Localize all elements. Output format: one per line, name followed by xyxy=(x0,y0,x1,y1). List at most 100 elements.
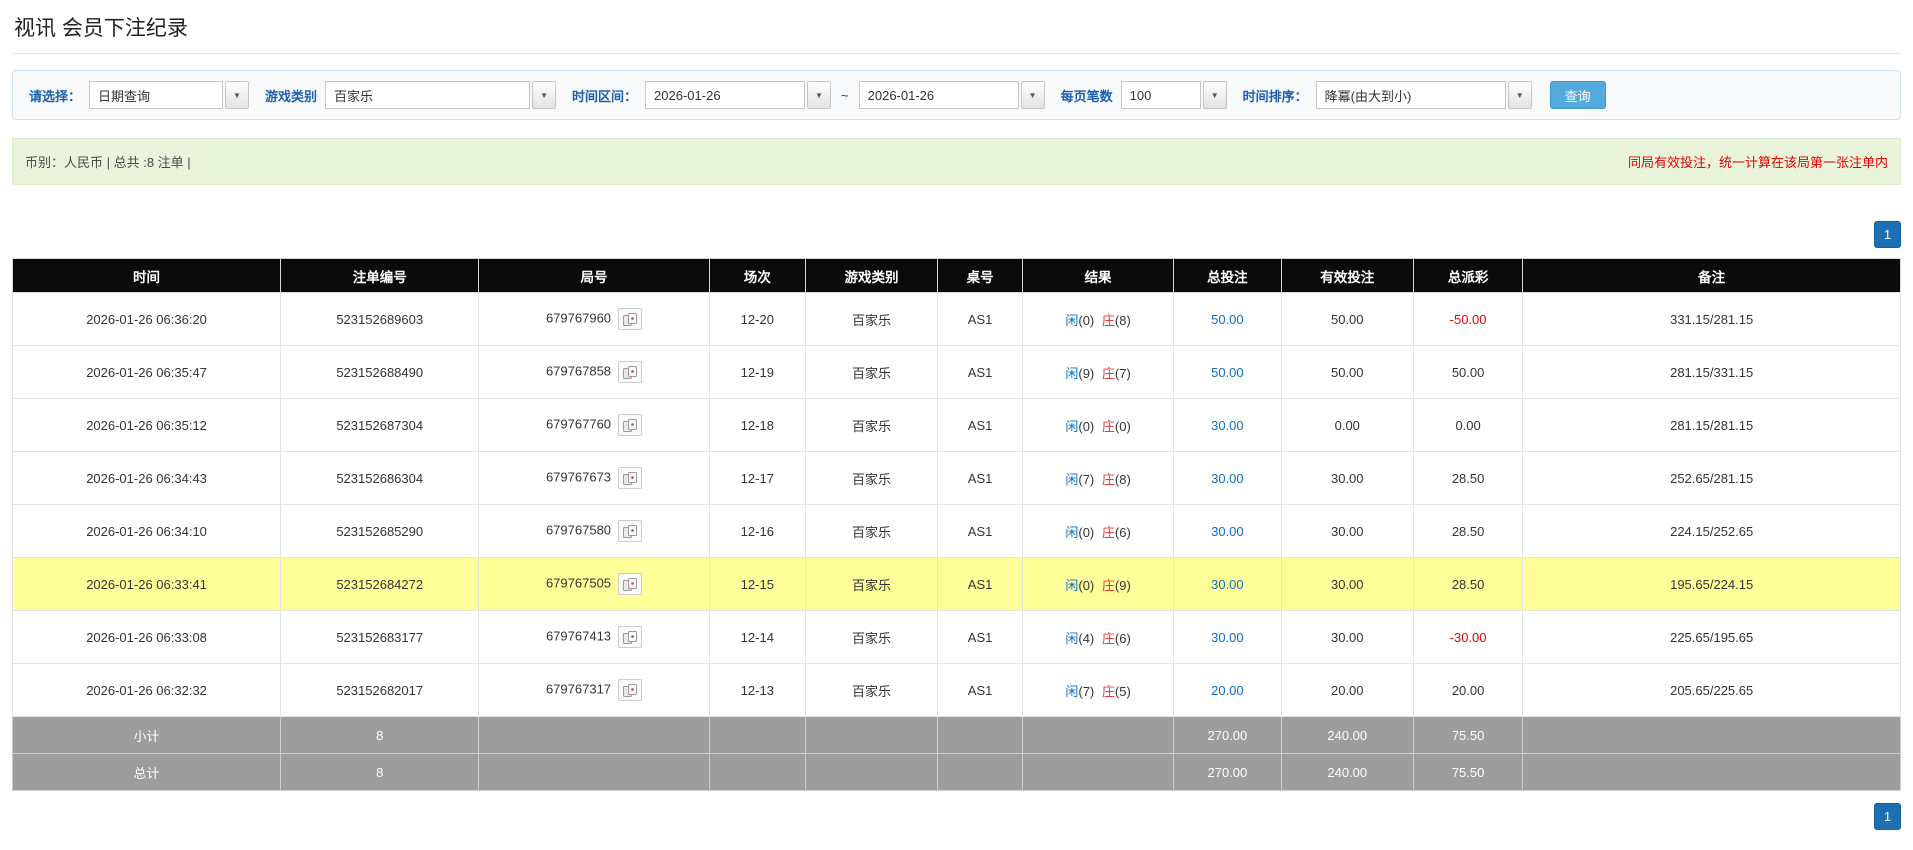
banker-result-label: 庄 xyxy=(1101,471,1115,487)
payout-value: 28.50 xyxy=(1451,576,1485,592)
cell-remark: 225.65/195.65 xyxy=(1522,610,1901,664)
banker-result-score: (9) xyxy=(1114,577,1131,593)
round-detail-cards-icon[interactable] xyxy=(618,679,643,701)
cell-game-type: 百家乐 xyxy=(804,610,939,664)
col-header-game-type: 游戏类别 xyxy=(804,258,939,293)
total-count: 8 xyxy=(280,753,480,791)
cell-bet-id: 523152685290 xyxy=(280,504,480,558)
cell-game-type: 百家乐 xyxy=(804,345,939,399)
banker-result-label: 庄 xyxy=(1101,312,1115,328)
cell-remark: 252.65/281.15 xyxy=(1522,451,1901,505)
player-result-score: (9) xyxy=(1078,365,1095,381)
chevron-down-icon[interactable]: ▼ xyxy=(807,81,832,109)
round-detail-cards-icon[interactable] xyxy=(618,573,643,595)
chevron-down-icon[interactable]: ▼ xyxy=(225,81,250,109)
game-type-combo: ▼ xyxy=(325,81,557,109)
chevron-down-icon[interactable]: ▼ xyxy=(1202,81,1227,109)
cell-result: 闲(0) 庄(6) xyxy=(1022,504,1175,558)
player-result-score: (0) xyxy=(1078,577,1095,593)
cell-remark: 281.15/281.15 xyxy=(1522,398,1901,452)
total-bet-link[interactable]: 30.00 xyxy=(1211,524,1244,539)
empty-cell xyxy=(478,753,710,791)
round-number: 679767960 xyxy=(545,310,612,326)
time-sort-input[interactable] xyxy=(1315,81,1506,109)
search-button[interactable]: 查询 xyxy=(1549,81,1606,109)
round-detail-cards-icon[interactable] xyxy=(618,361,643,383)
player-result-label: 闲 xyxy=(1065,471,1079,487)
chevron-down-icon[interactable]: ▼ xyxy=(1507,81,1532,109)
game-type-input[interactable] xyxy=(325,81,531,109)
chevron-down-icon[interactable]: ▼ xyxy=(532,81,557,109)
subtotal-label: 小计 xyxy=(11,716,282,754)
cell-result: 闲(0) 庄(9) xyxy=(1022,557,1175,611)
col-header-bet-id: 注单编号 xyxy=(280,258,480,293)
total-bet-link[interactable]: 30.00 xyxy=(1211,577,1244,592)
player-result-score: (0) xyxy=(1078,418,1095,434)
cell-valid-bet: 50.00 xyxy=(1280,292,1414,346)
empty-cell xyxy=(1022,753,1175,791)
cell-total-bet: 30.00 xyxy=(1173,451,1282,505)
cell-valid-bet: 0.00 xyxy=(1280,398,1414,452)
round-detail-cards-icon[interactable] xyxy=(618,467,643,489)
pagination-top: 1 xyxy=(12,221,1901,248)
total-valid-bet: 240.00 xyxy=(1280,753,1414,791)
page-size-input[interactable] xyxy=(1120,81,1201,109)
payout-value: 28.50 xyxy=(1451,523,1485,539)
bet-records-table: 时间 注单编号 局号 场次 游戏类别 桌号 结果 总投注 有效投注 总派彩 备注… xyxy=(11,258,1901,791)
subtotal-count: 8 xyxy=(280,716,480,754)
cell-bet-id: 523152682017 xyxy=(280,663,480,717)
payout-value: 0.00 xyxy=(1455,417,1481,433)
payout-value: 50.00 xyxy=(1451,364,1485,380)
date-range-separator: ~ xyxy=(841,87,849,103)
total-bet-link[interactable]: 20.00 xyxy=(1211,683,1244,698)
cell-payout: 28.50 xyxy=(1412,557,1524,611)
total-bet-link[interactable]: 50.00 xyxy=(1211,312,1244,327)
cell-session: 12-14 xyxy=(708,610,806,664)
cell-bet-id: 523152687304 xyxy=(280,398,480,452)
table-row: 2026-01-26 06:34:43 523152686304 6797676… xyxy=(11,451,1901,505)
time-sort-combo: ▼ xyxy=(1315,81,1532,109)
page-button-1[interactable]: 1 xyxy=(1874,221,1901,248)
date-from-input[interactable] xyxy=(645,81,806,109)
total-bet-link[interactable]: 30.00 xyxy=(1211,418,1244,433)
table-row: 2026-01-26 06:35:12 523152687304 6797677… xyxy=(11,398,1901,452)
banker-result-label: 庄 xyxy=(1101,524,1115,540)
banker-result-score: (7) xyxy=(1114,365,1131,381)
chevron-down-icon[interactable]: ▼ xyxy=(1020,81,1045,109)
cell-table-no: AS1 xyxy=(937,557,1024,611)
player-result-label: 闲 xyxy=(1065,577,1079,593)
empty-cell xyxy=(708,753,806,791)
total-bet-link[interactable]: 30.00 xyxy=(1211,630,1244,645)
col-header-remark: 备注 xyxy=(1522,258,1901,293)
header-row: 时间 注单编号 局号 场次 游戏类别 桌号 结果 总投注 有效投注 总派彩 备注 xyxy=(11,258,1901,293)
round-detail-cards-icon[interactable] xyxy=(618,626,643,648)
round-detail-cards-icon[interactable] xyxy=(618,520,643,542)
col-header-result: 结果 xyxy=(1022,258,1175,293)
table-row: 2026-01-26 06:36:20 523152689603 6797679… xyxy=(11,292,1901,346)
page-size-label: 每页笔数 xyxy=(1060,88,1113,104)
cell-game-type: 百家乐 xyxy=(804,557,939,611)
total-bet-link[interactable]: 50.00 xyxy=(1211,365,1244,380)
col-header-session: 场次 xyxy=(708,258,806,293)
cell-total-bet: 30.00 xyxy=(1173,557,1282,611)
page-button-1[interactable]: 1 xyxy=(1874,803,1901,830)
cell-valid-bet: 30.00 xyxy=(1280,557,1414,611)
subtotal-payout: 75.50 xyxy=(1412,716,1524,754)
cell-time: 2026-01-26 06:34:43 xyxy=(11,451,282,505)
payout-value: 28.50 xyxy=(1451,470,1485,486)
cell-game-type: 百家乐 xyxy=(804,451,939,505)
banker-result-label: 庄 xyxy=(1101,683,1115,699)
empty-cell xyxy=(937,753,1024,791)
cell-bet-id: 523152686304 xyxy=(280,451,480,505)
cell-total-bet: 30.00 xyxy=(1173,398,1282,452)
date-to-input[interactable] xyxy=(858,81,1019,109)
empty-cell xyxy=(1522,716,1901,754)
round-detail-cards-icon[interactable] xyxy=(618,308,643,330)
cell-payout: 28.50 xyxy=(1412,451,1524,505)
banker-result-label: 庄 xyxy=(1101,630,1115,646)
round-detail-cards-icon[interactable] xyxy=(618,414,643,436)
select-type-input[interactable] xyxy=(89,81,224,109)
cell-time: 2026-01-26 06:33:08 xyxy=(11,610,282,664)
summary-notice: 同局有效投注，统一计算在该局第一张注单内 xyxy=(1627,155,1888,170)
total-bet-link[interactable]: 30.00 xyxy=(1211,471,1244,486)
